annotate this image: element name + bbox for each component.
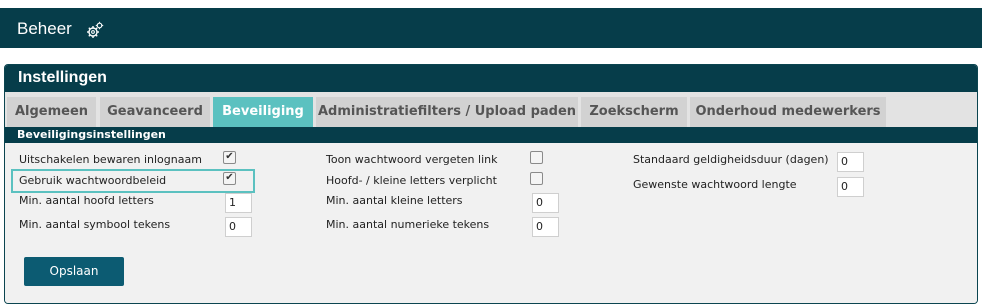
tab-zoekscherm[interactable]: Zoekscherm	[581, 97, 687, 127]
show-forgot-link-label: Toon wachtwoord vergeten link	[326, 153, 498, 166]
tab-geavanceerd[interactable]: Geavanceerd	[100, 97, 210, 127]
tab-bar: Algemeen Geavanceerd Beveiliging Adminis…	[5, 92, 977, 127]
min-symbols-label: Min. aantal symbool tekens	[19, 218, 171, 231]
use-password-policy-checkbox[interactable]: ✔	[223, 172, 236, 185]
tab-administratiefilters[interactable]: Administratiefilters / Upload paden	[316, 97, 578, 127]
case-required-checkbox[interactable]	[530, 172, 543, 185]
min-upper-input[interactable]: 1	[225, 193, 252, 213]
settings-form: Uitschakelen bewaren inlognaam ✔ Gebruik…	[5, 143, 977, 303]
settings-panel: Instellingen Algemeen Geavanceerd Beveil…	[4, 64, 978, 304]
show-forgot-link-checkbox[interactable]	[530, 151, 543, 164]
tab-onderhoud-medewerkers[interactable]: Onderhoud medewerkers	[690, 97, 886, 127]
tab-algemeen[interactable]: Algemeen	[7, 97, 96, 127]
min-upper-label: Min. aantal hoofd letters	[19, 194, 154, 207]
disable-save-login-checkbox[interactable]: ✔	[223, 151, 236, 164]
gears-icon[interactable]	[86, 21, 104, 39]
panel-header: Instellingen	[5, 65, 977, 92]
case-required-label: Hoofd- / kleine letters verplicht	[326, 174, 497, 187]
app-title: Beheer	[17, 19, 72, 38]
panel-title: Instellingen	[18, 69, 107, 86]
section-header: Beveiligingsinstellingen	[5, 127, 977, 143]
section-title: Beveiligingsinstellingen	[17, 128, 166, 141]
validity-days-label: Standaard geldigheidsduur (dagen)	[633, 153, 829, 166]
validity-days-input[interactable]: 0	[837, 152, 864, 172]
use-password-policy-label: Gebruik wachtwoordbeleid	[19, 174, 167, 187]
min-lower-label: Min. aantal kleine letters	[326, 194, 463, 207]
min-numeric-input[interactable]: 0	[532, 217, 559, 237]
password-length-input[interactable]: 0	[837, 177, 864, 197]
password-length-label: Gewenste wachtwoord lengte	[633, 178, 797, 191]
tab-beveiliging[interactable]: Beveiliging	[213, 97, 313, 127]
min-lower-input[interactable]: 0	[532, 193, 559, 213]
top-bar: Beheer	[0, 8, 982, 48]
min-numeric-label: Min. aantal numerieke tekens	[326, 218, 490, 231]
save-button[interactable]: Opslaan	[24, 257, 124, 286]
min-symbols-input[interactable]: 0	[225, 217, 252, 237]
disable-save-login-label: Uitschakelen bewaren inlognaam	[19, 153, 202, 166]
